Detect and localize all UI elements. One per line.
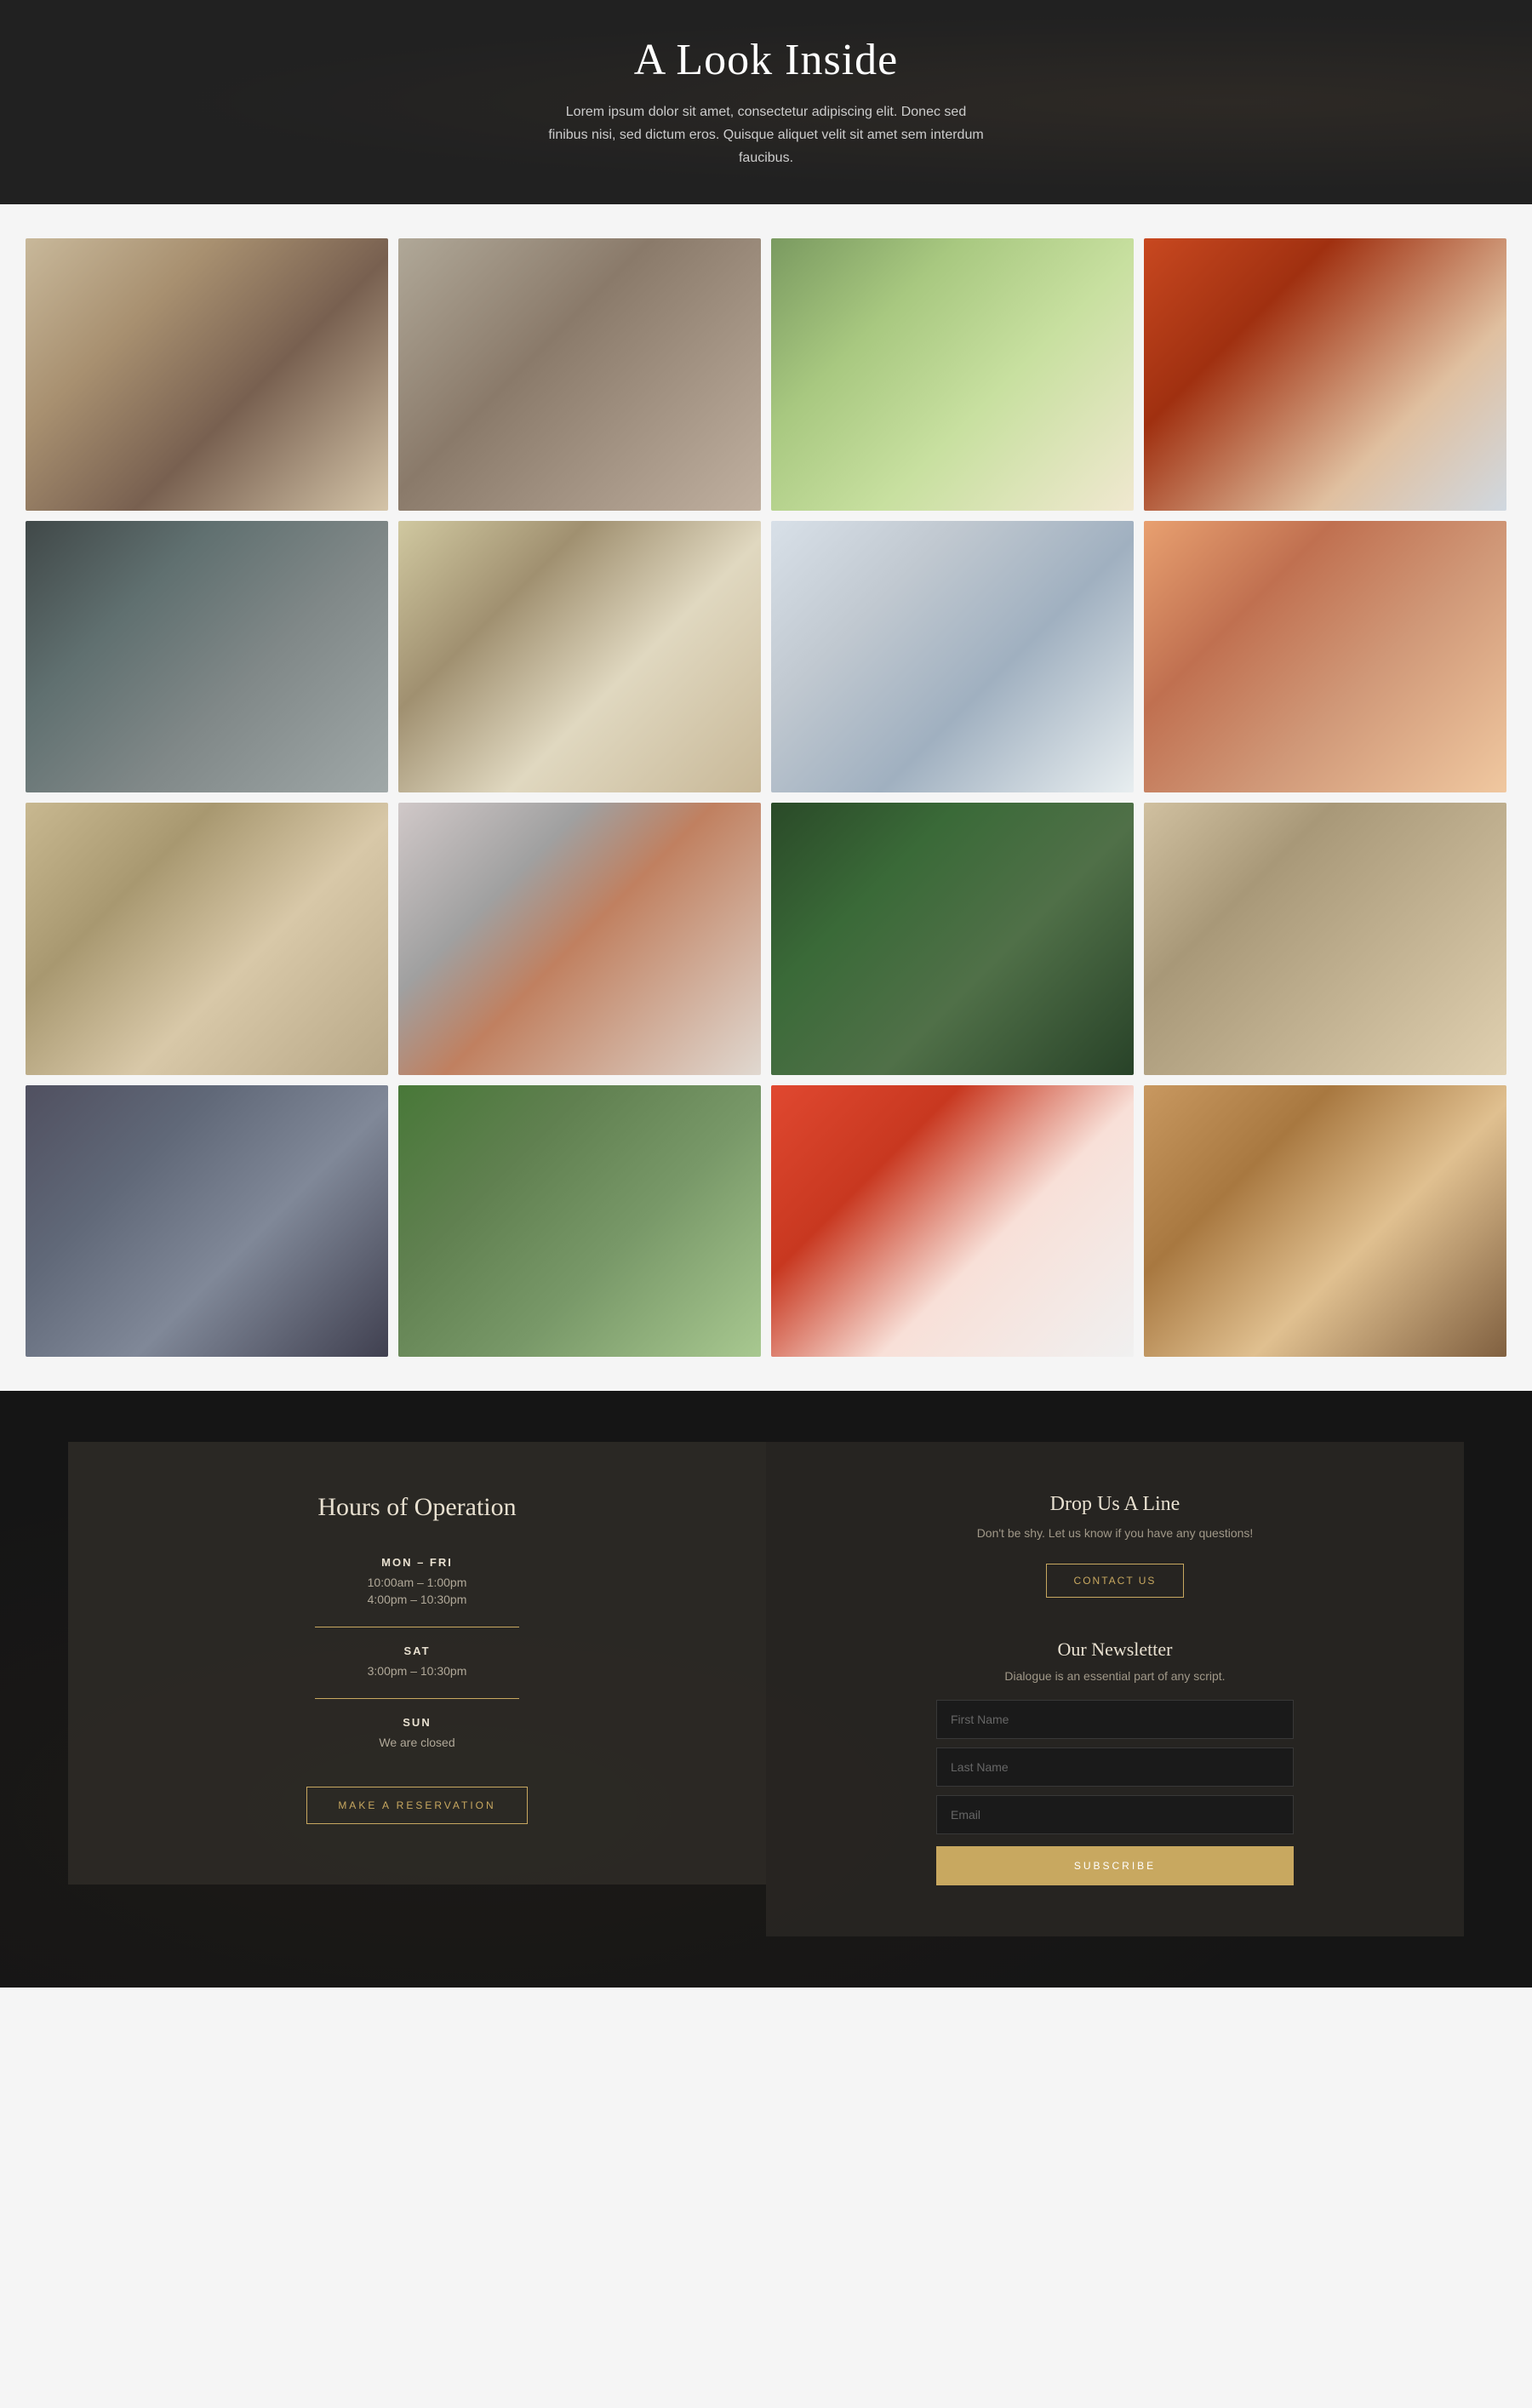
- hours-time-monfri-1: 10:00am – 1:00pm: [368, 1576, 467, 1589]
- hero-content: A Look Inside Lorem ipsum dolor sit amet…: [545, 35, 987, 170]
- hours-time-monfri-2: 4:00pm – 10:30pm: [368, 1593, 467, 1606]
- gallery-item-7[interactable]: [771, 521, 1134, 793]
- hero-title: A Look Inside: [545, 35, 987, 85]
- contact-panel: Drop Us A Line Don't be shy. Let us know…: [766, 1442, 1464, 1936]
- hours-day-sun: SUN: [403, 1716, 431, 1729]
- gallery-item-2[interactable]: [398, 238, 761, 511]
- hours-time-sat: 3:00pm – 10:30pm: [368, 1664, 467, 1678]
- gallery-item-3[interactable]: [771, 238, 1134, 511]
- gallery-item-15[interactable]: [771, 1085, 1134, 1358]
- gallery-item-13[interactable]: [26, 1085, 388, 1358]
- gallery-grid: [26, 238, 1506, 1357]
- hero-description: Lorem ipsum dolor sit amet, consectetur …: [545, 100, 987, 170]
- gallery-item-1[interactable]: [26, 238, 388, 511]
- info-content: Hours of Operation MON – FRI 10:00am – 1…: [0, 1391, 1532, 1988]
- newsletter-description: Dialogue is an essential part of any scr…: [936, 1669, 1294, 1683]
- contact-us-button[interactable]: CONTACT US: [1046, 1564, 1185, 1598]
- gallery-section: [0, 204, 1532, 1391]
- gallery-item-8[interactable]: [1144, 521, 1506, 793]
- hours-closed-text: We are closed: [379, 1736, 454, 1749]
- gallery-item-11[interactable]: [771, 803, 1134, 1075]
- first-name-input[interactable]: [936, 1700, 1294, 1739]
- hours-day-monfri: MON – FRI: [381, 1556, 453, 1569]
- gallery-item-14[interactable]: [398, 1085, 761, 1358]
- info-section: Hours of Operation MON – FRI 10:00am – 1…: [0, 1391, 1532, 1988]
- contact-description: Don't be shy. Let us know if you have an…: [977, 1526, 1254, 1540]
- newsletter-section: Our Newsletter Dialogue is an essential …: [936, 1639, 1294, 1885]
- gallery-item-4[interactable]: [1144, 238, 1506, 511]
- gallery-item-10[interactable]: [398, 803, 761, 1075]
- hours-day-sat: SAT: [403, 1644, 430, 1657]
- subscribe-button[interactable]: SUBSCRIBE: [936, 1846, 1294, 1885]
- gallery-item-9[interactable]: [26, 803, 388, 1075]
- gallery-item-12[interactable]: [1144, 803, 1506, 1075]
- make-reservation-button[interactable]: MAKE A RESERVATION: [306, 1787, 527, 1824]
- gallery-item-16[interactable]: [1144, 1085, 1506, 1358]
- hours-title: Hours of Operation: [317, 1493, 516, 1522]
- contact-title: Drop Us A Line: [1050, 1493, 1180, 1516]
- gallery-item-6[interactable]: [398, 521, 761, 793]
- newsletter-title: Our Newsletter: [936, 1639, 1294, 1661]
- hours-divider-2: [315, 1698, 519, 1699]
- hero-section: A Look Inside Lorem ipsum dolor sit amet…: [0, 0, 1532, 204]
- last-name-input[interactable]: [936, 1747, 1294, 1787]
- email-input[interactable]: [936, 1795, 1294, 1834]
- gallery-item-5[interactable]: [26, 521, 388, 793]
- hours-panel: Hours of Operation MON – FRI 10:00am – 1…: [68, 1442, 766, 1885]
